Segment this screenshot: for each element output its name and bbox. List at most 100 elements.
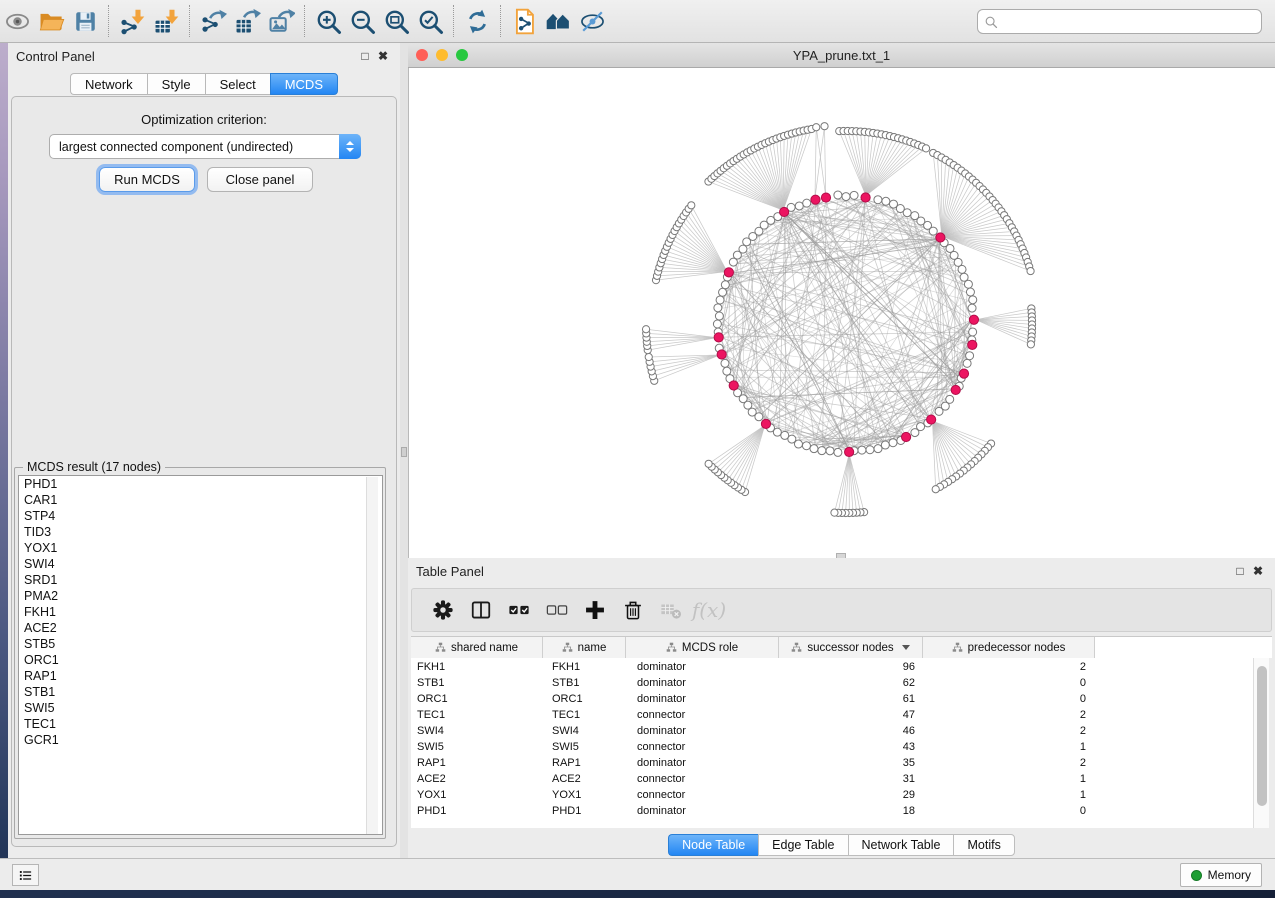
column-header-shared-name[interactable]: shared name xyxy=(411,637,543,659)
tab-network[interactable]: Network xyxy=(70,73,147,95)
close-table-panel-icon[interactable]: ✖ xyxy=(1249,564,1267,578)
add-column-button[interactable] xyxy=(576,592,614,628)
import-network-icon xyxy=(119,8,146,35)
cell-predecessor-nodes: 1 xyxy=(932,739,1086,755)
float-table-panel-icon[interactable]: □ xyxy=(1231,564,1249,578)
tab-node-table[interactable]: Node Table xyxy=(668,834,758,856)
mcds-result-item[interactable]: STP4 xyxy=(19,508,382,524)
cell-successor-nodes: 96 xyxy=(787,659,915,675)
delete-column-button[interactable] xyxy=(614,592,652,628)
table-scrollbar-thumb[interactable] xyxy=(1257,666,1267,806)
hide-selected-button[interactable] xyxy=(575,4,609,38)
cell-shared-name: SWI5 xyxy=(417,739,537,755)
table-row[interactable]: SWI5SWI5connector431 xyxy=(411,739,1253,755)
apply-layout-button[interactable] xyxy=(460,4,494,38)
open-session-button[interactable] xyxy=(34,4,68,38)
panel-splitter[interactable] xyxy=(400,43,408,858)
mcds-result-item[interactable]: STB1 xyxy=(19,684,382,700)
export-network-button[interactable] xyxy=(196,4,230,38)
mcds-result-item[interactable]: ACE2 xyxy=(19,620,382,636)
mcds-result-list[interactable]: PHD1CAR1STP4TID3YOX1SWI4SRD1PMA2FKH1ACE2… xyxy=(18,475,383,835)
mcds-result-item[interactable]: PHD1 xyxy=(19,476,382,492)
cell-name: TEC1 xyxy=(552,707,617,723)
export-image-button[interactable] xyxy=(264,4,298,38)
node-table-body[interactable]: FKH1FKH1dominator962STB1STB1dominator620… xyxy=(411,658,1253,828)
new-network-from-selection-button[interactable] xyxy=(507,4,541,38)
tab-network-table[interactable]: Network Table xyxy=(848,834,954,856)
table-row[interactable]: PHD1PHD1dominator180 xyxy=(411,803,1253,819)
column-header-predecessor-nodes[interactable]: predecessor nodes xyxy=(923,637,1095,659)
table-row[interactable]: RAP1RAP1dominator352 xyxy=(411,755,1253,771)
table-row[interactable]: ACE2ACE2connector311 xyxy=(411,771,1253,787)
table-row[interactable]: SWI4SWI4dominator462 xyxy=(411,723,1253,739)
export-table-button[interactable] xyxy=(230,4,264,38)
mcds-result-item[interactable]: CAR1 xyxy=(19,492,382,508)
table-row[interactable]: ORC1ORC1dominator610 xyxy=(411,691,1253,707)
mcds-result-item[interactable]: SRD1 xyxy=(19,572,382,588)
table-row[interactable]: TEC1TEC1connector472 xyxy=(411,707,1253,723)
mcds-result-item[interactable]: TID3 xyxy=(19,524,382,540)
mcds-result-item[interactable]: FKH1 xyxy=(19,604,382,620)
zoom-fit-button[interactable] xyxy=(379,4,413,38)
save-session-button[interactable] xyxy=(68,4,102,38)
first-neighbors-button[interactable] xyxy=(541,4,575,38)
zoom-out-button[interactable] xyxy=(345,4,379,38)
tab-select[interactable]: Select xyxy=(205,73,270,95)
mcds-result-item[interactable]: PMA2 xyxy=(19,588,382,604)
mcds-result-item[interactable]: STB5 xyxy=(19,636,382,652)
table-scrollbar[interactable] xyxy=(1253,658,1269,828)
mcds-result-item[interactable]: SWI5 xyxy=(19,700,382,716)
attribute-icon xyxy=(791,642,802,653)
table-x-icon xyxy=(660,599,682,621)
table-row[interactable]: FKH1FKH1dominator962 xyxy=(411,659,1253,675)
tab-mcds[interactable]: MCDS xyxy=(270,73,338,95)
table-settings-button[interactable] xyxy=(424,592,462,628)
cell-shared-name: ACE2 xyxy=(417,771,537,787)
cell-predecessor-nodes: 2 xyxy=(932,659,1086,675)
search-input[interactable] xyxy=(1003,15,1255,29)
tab-motifs[interactable]: Motifs xyxy=(953,834,1014,856)
mcds-result-item[interactable]: GCR1 xyxy=(19,732,382,748)
import-table-button[interactable] xyxy=(149,4,183,38)
select-all-rows-button[interactable] xyxy=(500,592,538,628)
memory-status-dot xyxy=(1191,870,1202,881)
show-columns-button[interactable] xyxy=(462,592,500,628)
network-canvas[interactable] xyxy=(408,68,1275,558)
run-mcds-button[interactable]: Run MCDS xyxy=(99,167,195,192)
folder-icon xyxy=(38,8,65,35)
cell-name: STB1 xyxy=(552,675,617,691)
mcds-result-item[interactable]: TEC1 xyxy=(19,716,382,732)
memory-button[interactable]: Memory xyxy=(1180,863,1262,887)
cell-shared-name: PHD1 xyxy=(417,803,537,819)
deselect-all-rows-button[interactable] xyxy=(538,592,576,628)
mcds-list-scrollbar[interactable] xyxy=(366,477,378,835)
cell-shared-name: RAP1 xyxy=(417,755,537,771)
toolbar-separator xyxy=(453,5,454,37)
mcds-result-item[interactable]: SWI4 xyxy=(19,556,382,572)
tab-style[interactable]: Style xyxy=(147,73,205,95)
cell-MCDS-role: dominator xyxy=(637,659,768,675)
task-history-button[interactable] xyxy=(12,864,39,886)
doc-network-icon xyxy=(511,8,538,35)
tab-edge-table[interactable]: Edge Table xyxy=(758,834,847,856)
search-box[interactable] xyxy=(977,9,1262,34)
mcds-result-item[interactable]: YOX1 xyxy=(19,540,382,556)
optimization-criterion-select[interactable]: largest connected component (undirected) xyxy=(49,134,361,159)
network-window-titlebar[interactable]: YPA_prune.txt_1 xyxy=(408,43,1275,68)
splitter-handle[interactable] xyxy=(401,447,407,457)
zoom-in-button[interactable] xyxy=(311,4,345,38)
table-row[interactable]: YOX1YOX1connector291 xyxy=(411,787,1253,803)
column-header-name[interactable]: name xyxy=(543,637,626,659)
show-all-button[interactable] xyxy=(0,4,34,38)
column-header-MCDS-role[interactable]: MCDS role xyxy=(626,637,779,659)
mcds-result-item[interactable]: RAP1 xyxy=(19,668,382,684)
import-network-button[interactable] xyxy=(115,4,149,38)
close-panel-button[interactable]: Close panel xyxy=(207,167,313,192)
mcds-result-item[interactable]: ORC1 xyxy=(19,652,382,668)
float-panel-icon[interactable]: □ xyxy=(356,49,374,63)
column-header-successor-nodes[interactable]: successor nodes xyxy=(779,637,923,659)
close-panel-icon[interactable]: ✖ xyxy=(374,49,392,63)
table-row[interactable]: STB1STB1dominator620 xyxy=(411,675,1253,691)
zoom-selected-button[interactable] xyxy=(413,4,447,38)
control-panel: Control Panel □ ✖ NetworkStyleSelectMCDS… xyxy=(8,43,400,858)
